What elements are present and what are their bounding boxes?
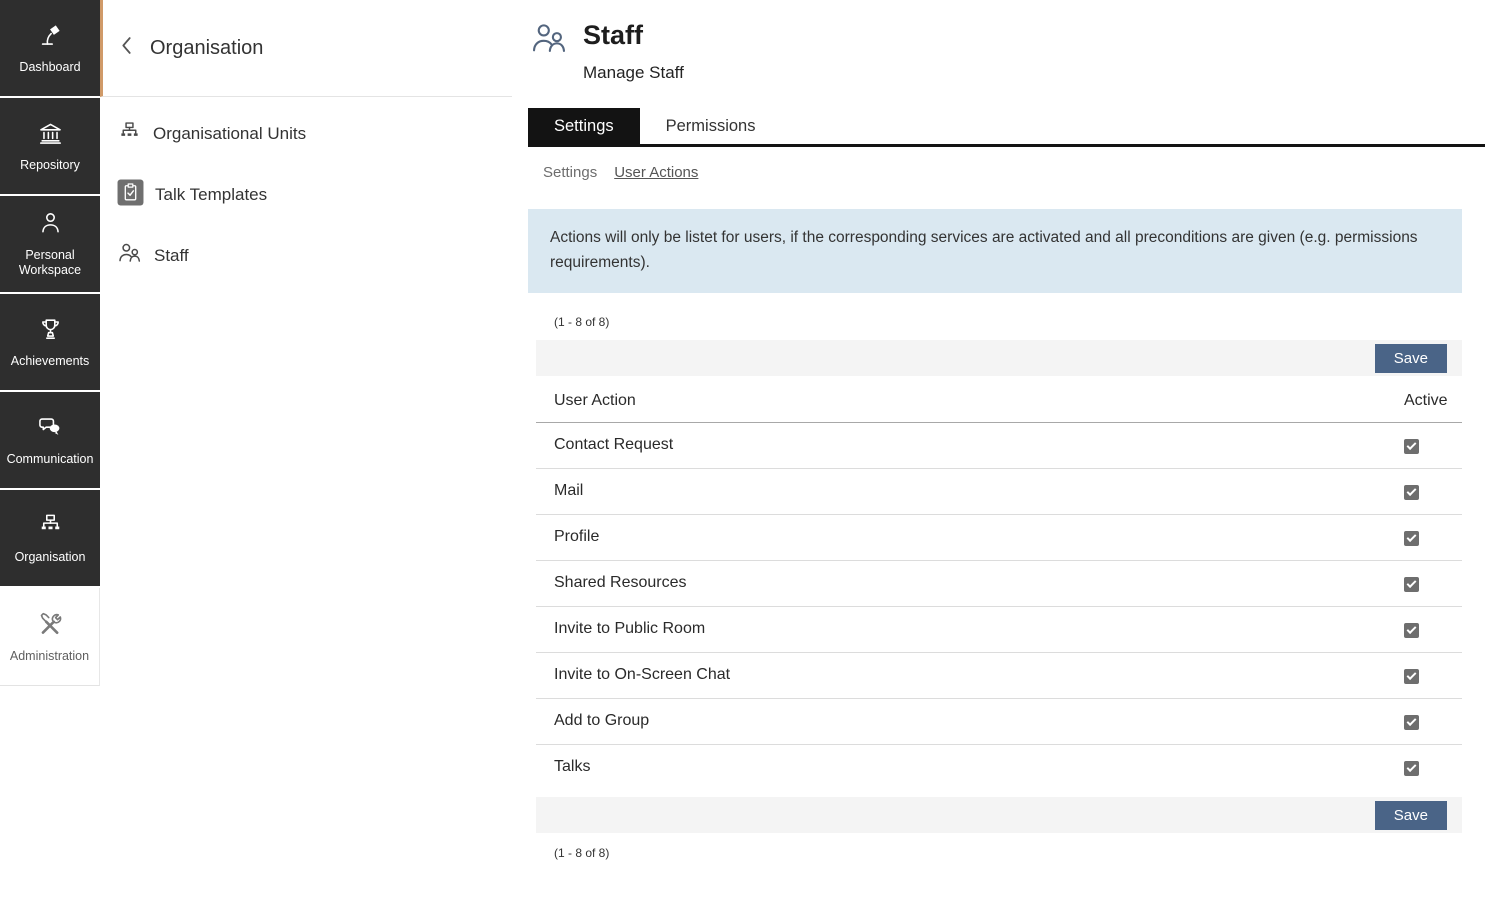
clipboard-check-icon — [117, 179, 144, 211]
table-row: Contact Request — [536, 423, 1462, 469]
row-label: Add to Group — [536, 699, 1404, 745]
sub-navigation: Settings User Actions — [543, 164, 1485, 181]
active-checkbox[interactable] — [1404, 577, 1419, 592]
sidebar-item-label: Organisation — [4, 550, 96, 566]
page-header: Staff Manage Staff — [512, 0, 1485, 83]
toolbar-bottom: Save — [536, 797, 1462, 833]
sidebar-item-communication[interactable]: Communication — [0, 392, 100, 490]
save-button[interactable]: Save — [1375, 344, 1447, 373]
lamp-icon — [37, 21, 64, 53]
sidebar-item-administration[interactable]: Administration — [0, 588, 100, 686]
table-row: Mail — [536, 469, 1462, 515]
panel-list: Organisational Units Talk Templates — [100, 97, 512, 286]
table-row: Profile — [536, 515, 1462, 561]
panel-item-label: Staff — [154, 246, 189, 266]
subnav-link-user-actions[interactable]: User Actions — [614, 164, 698, 181]
row-label: Invite to On-Screen Chat — [536, 653, 1404, 699]
row-label: Contact Request — [536, 423, 1404, 469]
main-content: Staff Manage Staff Settings Permissions … — [512, 0, 1485, 924]
table-header-row: User Action Active — [536, 380, 1462, 423]
panel-item-staff[interactable]: Staff — [100, 225, 512, 286]
sidebar-item-label: Communication — [4, 452, 96, 468]
panel-item-label: Talk Templates — [155, 185, 267, 205]
sidebar-item-dashboard[interactable]: Dashboard — [0, 0, 100, 98]
column-header-active: Active — [1404, 380, 1462, 423]
org-chart-icon — [117, 119, 142, 149]
active-checkbox[interactable] — [1404, 485, 1419, 500]
content-area: Actions will only be listet for users, i… — [512, 181, 1485, 860]
chevron-left-icon — [121, 36, 132, 60]
page-title: Staff — [583, 20, 684, 51]
people-icon — [117, 241, 143, 270]
table-row: Invite to Public Room — [536, 607, 1462, 653]
panel-item-organisational-units[interactable]: Organisational Units — [100, 103, 512, 164]
organisation-panel: Organisation Organisational Units — [100, 0, 512, 924]
active-checkbox[interactable] — [1404, 439, 1419, 454]
active-checkbox[interactable] — [1404, 669, 1419, 684]
panel-title: Organisation — [150, 37, 263, 60]
org-chart-icon — [37, 511, 64, 543]
back-button[interactable] — [117, 32, 136, 64]
table-row: Shared Resources — [536, 561, 1462, 607]
info-message: Actions will only be listet for users, i… — [528, 209, 1462, 293]
active-checkbox[interactable] — [1404, 715, 1419, 730]
active-checkbox[interactable] — [1404, 623, 1419, 638]
tools-icon — [36, 609, 64, 642]
panel-item-label: Organisational Units — [153, 124, 306, 144]
row-label: Profile — [536, 515, 1404, 561]
toolbar-top: Save — [536, 340, 1462, 376]
result-count-bottom: (1 - 8 of 8) — [554, 846, 1462, 860]
person-icon — [37, 209, 64, 241]
tab-settings[interactable]: Settings — [528, 108, 640, 144]
sidebar-item-organisation[interactable]: Organisation — [0, 490, 100, 588]
row-label: Shared Resources — [536, 561, 1404, 607]
sidebar-item-label: Achievements — [4, 354, 96, 370]
subnav-link-settings[interactable]: Settings — [543, 164, 597, 181]
column-header-user-action: User Action — [536, 380, 1404, 423]
active-checkbox[interactable] — [1404, 531, 1419, 546]
table-row: Talks — [536, 745, 1462, 791]
tab-permissions[interactable]: Permissions — [640, 108, 782, 144]
table-row: Add to Group — [536, 699, 1462, 745]
table-row: Invite to On-Screen Chat — [536, 653, 1462, 699]
active-checkbox[interactable] — [1404, 761, 1419, 776]
page-subtitle: Manage Staff — [583, 63, 684, 83]
sidebar-item-label: Repository — [4, 158, 96, 174]
row-label: Mail — [536, 469, 1404, 515]
sidebar-item-personal-workspace[interactable]: Personal Workspace — [0, 196, 100, 294]
trophy-icon — [37, 315, 64, 347]
sidebar-item-repository[interactable]: Repository — [0, 98, 100, 196]
bank-icon — [37, 119, 64, 151]
chat-bubbles-icon — [37, 413, 64, 445]
row-label: Talks — [536, 745, 1404, 791]
sidebar-item-achievements[interactable]: Achievements — [0, 294, 100, 392]
sidebar-item-label: Administration — [4, 649, 96, 665]
result-count-top: (1 - 8 of 8) — [554, 315, 1462, 329]
user-actions-table: User Action Active Contact Request Mail … — [536, 380, 1462, 790]
main-sidebar: Dashboard Repository Personal Worksp — [0, 0, 100, 924]
panel-header: Organisation — [100, 0, 512, 97]
tab-bar: Settings Permissions — [528, 108, 1485, 147]
sidebar-item-label: Dashboard — [4, 60, 96, 76]
app-window: Dashboard Repository Personal Worksp — [0, 0, 1485, 924]
row-label: Invite to Public Room — [536, 607, 1404, 653]
people-icon — [529, 20, 570, 62]
panel-item-talk-templates[interactable]: Talk Templates — [100, 164, 512, 225]
sidebar-item-label: Personal Workspace — [4, 248, 96, 279]
save-button[interactable]: Save — [1375, 801, 1447, 830]
